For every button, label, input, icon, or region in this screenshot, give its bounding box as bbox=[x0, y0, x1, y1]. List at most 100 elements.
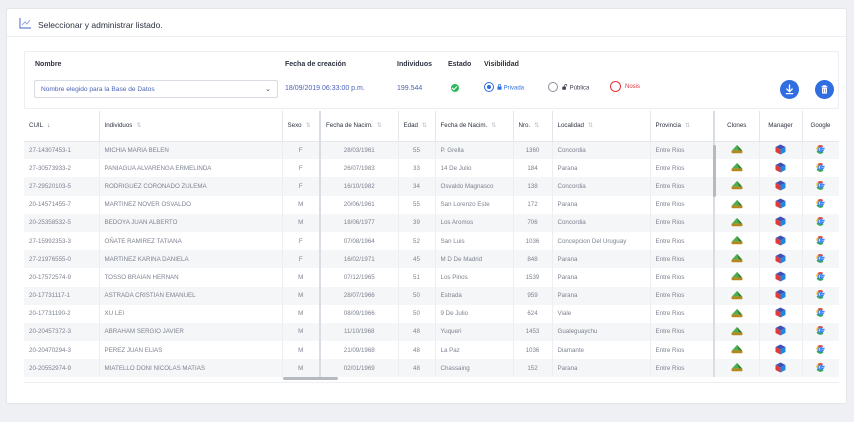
manager-button[interactable] bbox=[759, 359, 803, 378]
cell-sexo: F bbox=[282, 177, 321, 196]
google-button[interactable] bbox=[802, 341, 839, 360]
radio-publica-label: Pública bbox=[562, 84, 589, 92]
table-row[interactable]: 20-17731117-1 ASTRADA CRISTIAN EMANUEL M 28… bbox=[24, 286, 839, 305]
clones-button[interactable] bbox=[714, 141, 760, 160]
cell-sexo: M bbox=[282, 213, 321, 232]
table-row[interactable]: 20-14571455-7 MARTINEZ NOVER OSVALDO M 20/0… bbox=[24, 195, 839, 214]
google-button[interactable] bbox=[802, 177, 839, 196]
column-header-individuos[interactable]: Individuos ⇅ bbox=[99, 111, 283, 142]
clones-button[interactable] bbox=[714, 213, 760, 232]
chevron-down-icon: ⌄ bbox=[265, 86, 271, 93]
cell-fecha-nacim: 07/08/1964 bbox=[320, 231, 399, 251]
clones-button[interactable] bbox=[714, 268, 760, 287]
manager-cube-icon bbox=[775, 362, 786, 375]
column-header-sexo[interactable]: Sexo ⇅ bbox=[282, 111, 321, 142]
cell-nro: 706 bbox=[513, 213, 553, 232]
column-header-nro[interactable]: Nro. ⇅ bbox=[513, 111, 553, 142]
cell-cuil: 20-14571455-7 bbox=[24, 195, 100, 214]
cell-edad: 52 bbox=[398, 231, 436, 251]
radio-nosis[interactable] bbox=[610, 81, 621, 92]
manager-button[interactable] bbox=[759, 250, 803, 269]
clones-button[interactable] bbox=[714, 231, 760, 251]
table-row[interactable]: 27-14307453-1 MICHIA MARIA BELEN F 28/03/19… bbox=[24, 141, 839, 160]
radio-publica[interactable] bbox=[548, 82, 558, 92]
download-button[interactable] bbox=[780, 80, 799, 99]
google-button[interactable] bbox=[802, 159, 839, 178]
google-button[interactable] bbox=[802, 250, 839, 269]
google-button[interactable] bbox=[802, 141, 839, 160]
google-button[interactable] bbox=[802, 304, 839, 323]
cell-sexo: M bbox=[282, 322, 321, 342]
manager-button[interactable] bbox=[759, 341, 803, 360]
sheep-clone-icon bbox=[731, 163, 743, 174]
google-button[interactable] bbox=[802, 286, 839, 305]
clones-button[interactable] bbox=[714, 250, 760, 269]
publica-text: Pública bbox=[569, 85, 590, 92]
clones-button[interactable] bbox=[714, 341, 760, 360]
vertical-scrollbar[interactable] bbox=[713, 145, 716, 197]
cell-nro: 959 bbox=[513, 286, 553, 305]
clones-button[interactable] bbox=[714, 322, 760, 342]
cell-individuo: PANIAGUA ALVARENGA ERMELINDA bbox=[99, 159, 283, 178]
sheep-clone-icon bbox=[731, 181, 743, 192]
table-row[interactable]: 20-20470294-3 PEREZ JUAN ELIAS M 21/09/1968… bbox=[24, 341, 839, 360]
manager-button[interactable] bbox=[759, 177, 803, 196]
column-header-fecha-nacim[interactable]: Fecha de Nacim. ⇅ bbox=[320, 111, 399, 142]
table-row[interactable]: 20-20552974-9 MIATELLO DONI NICOLAS MATIA… bbox=[24, 359, 839, 378]
google-button[interactable] bbox=[802, 268, 839, 287]
cell-sexo: M bbox=[282, 359, 321, 378]
manager-button[interactable] bbox=[759, 141, 803, 160]
manager-cube-icon bbox=[775, 307, 786, 320]
cell-calle: San Lorenzo Este bbox=[435, 195, 514, 214]
table-row[interactable]: 20-17572574-9 TOSSO BRAIAN HERNAN M 07/12/1… bbox=[24, 268, 839, 287]
manager-button[interactable] bbox=[759, 304, 803, 323]
manager-button[interactable] bbox=[759, 231, 803, 251]
google-button[interactable] bbox=[802, 213, 839, 232]
cell-fecha-nacim: 28/03/1961 bbox=[320, 141, 399, 160]
clones-button[interactable] bbox=[714, 195, 760, 214]
column-header-provincia[interactable]: Provincia ⇅ bbox=[650, 111, 715, 142]
google-button[interactable] bbox=[802, 195, 839, 214]
radio-privada[interactable] bbox=[484, 82, 494, 92]
table-row[interactable]: 27-29520103-5 RODRIGUEZ CORONADO ZULEMA F 1… bbox=[24, 177, 839, 196]
clones-button[interactable] bbox=[714, 359, 760, 378]
table-row[interactable]: 27-15992353-3 OÑATE RAMIREZ TATIANA F 07/08… bbox=[24, 231, 839, 251]
table-row[interactable]: 20-25358532-5 BEDOYA JUAN ALBERTO M 18/06/1… bbox=[24, 213, 839, 232]
clones-button[interactable] bbox=[714, 159, 760, 178]
nombre-select[interactable]: Nombre elegido para la Base de Datos ⌄ bbox=[34, 80, 278, 98]
cell-individuo: MIATELLO DONI NICOLAS MATIAS bbox=[99, 359, 283, 378]
cell-individuo: MARTINEZ NOVER OSVALDO bbox=[99, 195, 283, 214]
google-g-icon bbox=[815, 344, 826, 357]
cell-calle: Los Pinos bbox=[435, 268, 514, 287]
column-header-fecha-nacim-2[interactable]: Fecha de Nacim. ⇅ bbox=[435, 111, 514, 142]
nosis-text: Nosis bbox=[625, 84, 641, 90]
manager-button[interactable] bbox=[759, 286, 803, 305]
cell-localidad: Parana bbox=[552, 250, 651, 269]
cell-localidad: Concordia bbox=[552, 213, 651, 232]
cell-cuil: 27-15992353-3 bbox=[24, 231, 100, 251]
table-row[interactable]: 20-17731190-2 XU LEI M 08/09/1966 50 9 De Jul… bbox=[24, 304, 839, 323]
delete-button[interactable] bbox=[815, 80, 834, 99]
google-button[interactable] bbox=[802, 231, 839, 251]
sheep-clone-icon bbox=[731, 308, 743, 320]
google-button[interactable] bbox=[802, 359, 839, 378]
clones-button[interactable] bbox=[714, 177, 760, 196]
manager-button[interactable] bbox=[759, 159, 803, 178]
manager-button[interactable] bbox=[759, 213, 803, 232]
manager-button[interactable] bbox=[759, 322, 803, 342]
cell-edad: 55 bbox=[398, 195, 436, 214]
manager-button[interactable] bbox=[759, 268, 803, 287]
clones-button[interactable] bbox=[714, 304, 760, 323]
table-row[interactable]: 20-20457372-3 ABRAHAM SERGIO JAVIER M 11/10… bbox=[24, 322, 839, 342]
column-header-cuil[interactable]: CUIL ↓ bbox=[24, 111, 100, 142]
column-header-localidad[interactable]: Localidad ⇅ bbox=[552, 111, 651, 142]
clones-button[interactable] bbox=[714, 286, 760, 305]
horizontal-scrollbar[interactable] bbox=[283, 377, 338, 380]
cell-calle: Osvaldo Magnasco bbox=[435, 177, 514, 196]
table-row[interactable]: 27-21976555-0 MARTINEZ KARINA DANIELA F 16/… bbox=[24, 250, 839, 269]
manager-cube-icon bbox=[775, 162, 786, 175]
google-button[interactable] bbox=[802, 322, 839, 342]
manager-button[interactable] bbox=[759, 195, 803, 214]
column-header-edad[interactable]: Edad ⇅ bbox=[398, 111, 436, 142]
table-row[interactable]: 27-30573933-2 PANIAGUA ALVARENGA ERMELIND… bbox=[24, 159, 839, 178]
